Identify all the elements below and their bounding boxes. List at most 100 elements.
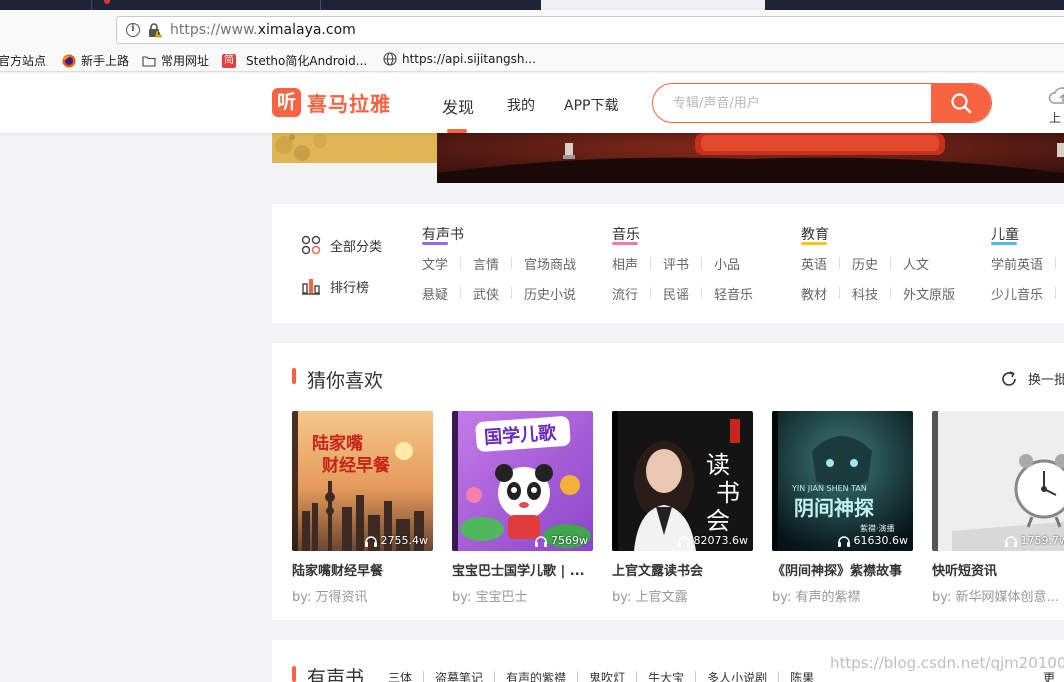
all-categories-link[interactable]: 全部分类 <box>301 235 382 255</box>
banner-left-image[interactable] <box>272 133 437 163</box>
url-bar[interactable]: i https://www.ximalaya.com <box>116 16 1064 44</box>
category-item[interactable]: 少儿音乐 <box>991 284 1043 303</box>
album-cover[interactable]: 1759.7w <box>932 411 1064 551</box>
album-title[interactable]: 上官文露读书会 <box>612 560 753 579</box>
category-heading[interactable]: 儿童 <box>991 224 1019 246</box>
bookmark-official-site[interactable]: 官方站点 <box>0 52 46 69</box>
album-author[interactable]: by: 上官文露 <box>612 586 753 605</box>
divider <box>460 287 462 299</box>
category-item[interactable]: 科技 <box>852 284 878 303</box>
refresh-button[interactable]: 换一批 <box>1000 369 1064 388</box>
category-item[interactable]: 评书 <box>663 254 689 273</box>
album-title[interactable]: 宝宝巴士国学儿歌 | ... <box>452 560 593 579</box>
audiobook-tag[interactable]: 多人小说剧 <box>707 669 767 682</box>
bookmark-label: https://api.sijitangsh... <box>402 52 536 66</box>
bookmark-getting-started[interactable]: 新手上路 <box>62 52 129 69</box>
globe-icon <box>383 52 397 66</box>
site-info-icon[interactable]: i <box>126 23 140 37</box>
audiobook-tag[interactable]: 鬼吹灯 <box>589 669 625 682</box>
album-card[interactable]: 读 书 会 82073.6w 上官文露读书会 by: 上官文露 <box>612 411 753 605</box>
category-item[interactable]: 武侠 <box>473 284 499 303</box>
play-count: 1759.7w <box>1004 534 1064 547</box>
bookmark-label: 常用网址 <box>161 54 210 68</box>
album-cover[interactable]: 陆家嘴 财经早餐 2755.4w <box>292 411 433 551</box>
play-count-value: 2755.4w <box>380 534 429 547</box>
browser-tab-strip <box>0 0 1064 10</box>
play-count-value: 1759.7w <box>1020 534 1064 547</box>
album-cover[interactable]: 读 书 会 82073.6w <box>612 411 753 551</box>
ranking-link[interactable]: 排行榜 <box>301 276 369 296</box>
cover-text: 书 <box>716 479 740 507</box>
category-heading[interactable]: 教育 <box>801 224 829 246</box>
album-card[interactable]: 陆家嘴 财经早餐 2755.4w 陆家嘴财经早餐 by: 万得资讯 <box>292 411 433 605</box>
category-heading-text: 教育 <box>801 227 829 243</box>
search-input[interactable] <box>653 84 933 122</box>
category-heading[interactable]: 有声书 <box>422 224 464 246</box>
nav-discover[interactable]: 发现 <box>442 94 474 118</box>
bookmark-common-sites[interactable]: 常用网址 <box>142 52 209 69</box>
album-card[interactable]: 国学儿歌 7569w 宝宝巴士国学儿歌 | ... by: 宝宝巴士 <box>452 411 593 605</box>
url-prefix: https://www. <box>170 22 258 38</box>
play-count-value: 61630.6w <box>853 534 908 547</box>
audiobook-tag[interactable]: 有声的紫襟 <box>506 669 566 682</box>
album-title[interactable]: 《阴间神探》紫襟故事 <box>772 560 913 579</box>
bookmark-stetho[interactable]: 简 Stetho简化Android... <box>222 52 367 69</box>
tab-separator <box>91 0 92 10</box>
category-item[interactable]: 人文 <box>903 254 929 273</box>
url-text[interactable]: https://www.ximalaya.com <box>170 22 356 38</box>
category-item[interactable]: 流行 <box>612 284 638 303</box>
category-item[interactable]: 学前英语 <box>991 254 1043 273</box>
album-author[interactable]: by: 有声的紫襟 <box>772 586 913 605</box>
upload-cloud-icon[interactable] <box>1048 85 1064 107</box>
album-cover[interactable]: 国学儿歌 7569w <box>452 411 593 551</box>
category-item[interactable]: 外文原版 <box>903 284 955 303</box>
category-heading-text: 儿童 <box>991 227 1019 243</box>
category-item[interactable]: 历史 <box>852 254 878 273</box>
album-author[interactable]: by: 新华网媒体创意... <box>932 586 1064 605</box>
category-item[interactable]: 文学 <box>422 254 448 273</box>
insecure-lock-icon[interactable] <box>147 22 163 38</box>
banner-main-art <box>437 133 1064 183</box>
category-item[interactable]: 悬疑 <box>422 284 448 303</box>
album-author[interactable]: by: 万得资讯 <box>292 586 433 605</box>
category-item[interactable]: 相声 <box>612 254 638 273</box>
bookmark-label: 新手上路 <box>81 54 130 68</box>
category-heading[interactable]: 音乐 <box>612 224 640 246</box>
banner-main-image[interactable] <box>437 133 1064 183</box>
divider <box>460 257 462 269</box>
album-card[interactable]: YIN JIAN SHEN TAN 阴间神探 紫襟·演播 61630.6w 《阴… <box>772 411 913 605</box>
nav-mine[interactable]: 我的 <box>507 95 535 115</box>
search-button[interactable] <box>931 84 991 122</box>
active-tab[interactable] <box>541 0 765 10</box>
url-host: ximalaya.com <box>257 22 356 38</box>
audiobook-tag[interactable]: 牛大宝 <box>648 669 684 682</box>
category-item[interactable]: 官场商战 <box>524 254 576 273</box>
logo-text: 喜马拉雅 <box>307 92 391 116</box>
upload-label[interactable]: 上 <box>1049 109 1061 126</box>
audiobook-tag[interactable]: 三体 <box>388 669 412 682</box>
category-item[interactable]: 言情 <box>473 254 499 273</box>
category-heading-bar <box>612 242 638 245</box>
category-item[interactable]: 小品 <box>714 254 740 273</box>
album-author[interactable]: by: 宝宝巴士 <box>452 586 593 605</box>
category-item[interactable]: 民谣 <box>663 284 689 303</box>
album-title[interactable]: 陆家嘴财经早餐 <box>292 560 433 579</box>
bookmark-label: 官方站点 <box>0 54 47 68</box>
album-cover[interactable]: YIN JIAN SHEN TAN 阴间神探 紫襟·演播 61630.6w <box>772 411 913 551</box>
divider <box>695 671 697 682</box>
category-item[interactable]: 教材 <box>801 284 827 303</box>
ranking-label: 排行榜 <box>330 280 370 296</box>
category-item[interactable]: 英语 <box>801 254 827 273</box>
category-item[interactable]: 轻音乐 <box>714 284 753 303</box>
folder-icon <box>142 55 156 67</box>
bookmark-api-sijitang[interactable]: https://api.sijitangsh... <box>383 52 536 66</box>
category-item[interactable]: 历史小说 <box>524 284 576 303</box>
nav-app-download[interactable]: APP下载 <box>564 95 618 115</box>
album-card[interactable]: 1759.7w 快听短资讯 by: 新华网媒体创意... <box>932 411 1064 605</box>
category-heading-text: 有声书 <box>422 227 464 243</box>
audiobook-tag[interactable]: 陈果 <box>790 669 814 682</box>
audiobook-tag[interactable]: 盗墓笔记 <box>435 669 483 682</box>
album-title[interactable]: 快听短资讯 <box>932 560 1064 579</box>
ximalaya-logo[interactable]: 听 喜马拉雅 <box>272 88 391 117</box>
search-icon <box>951 93 972 114</box>
